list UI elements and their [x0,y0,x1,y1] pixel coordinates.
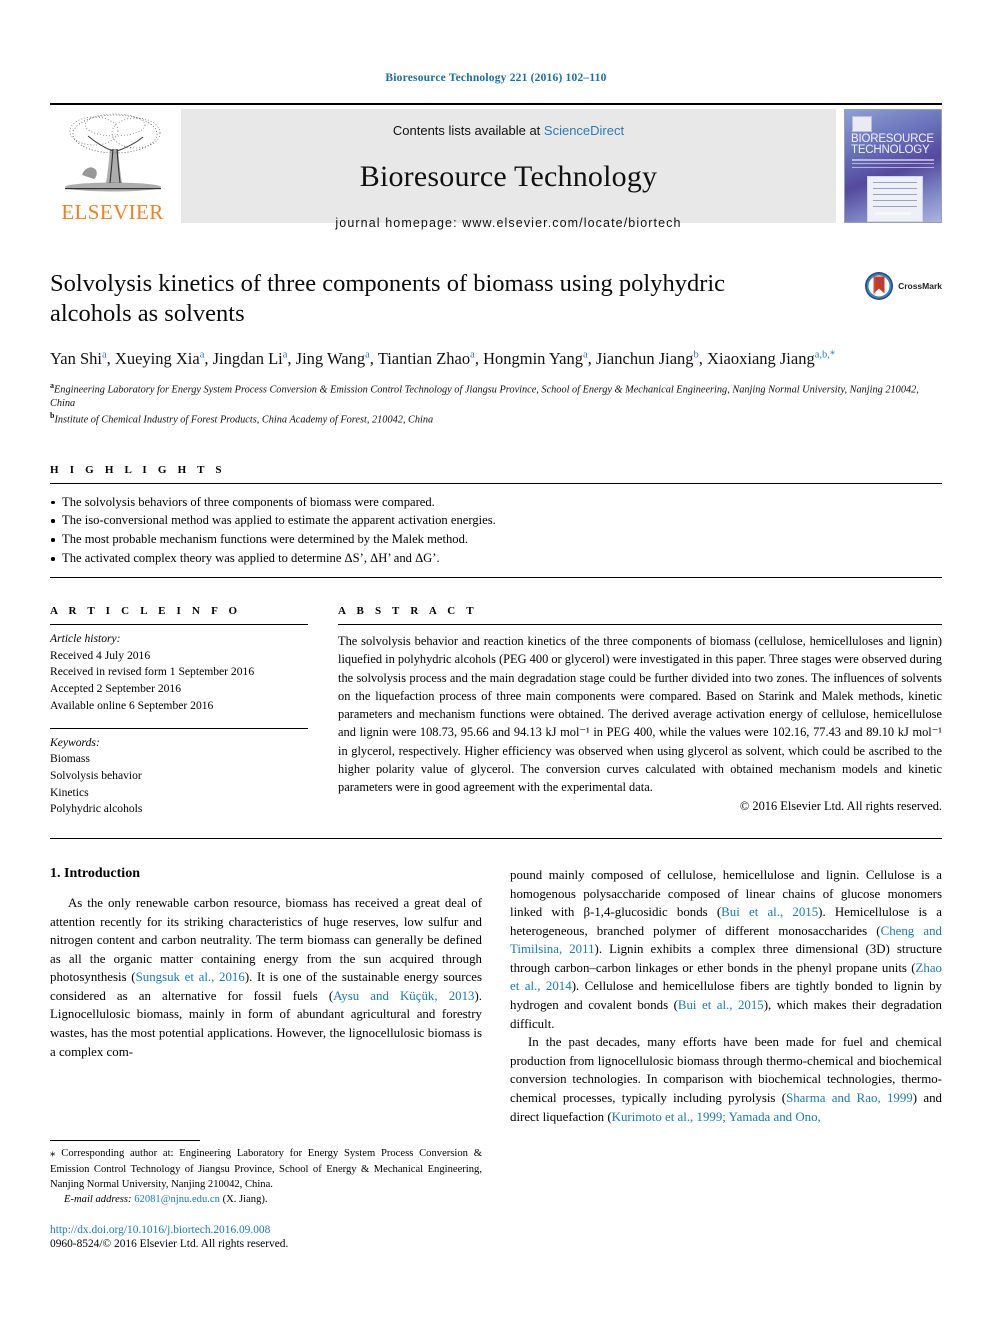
footnote-rule [50,1140,200,1141]
article-history-item: Received in revised form 1 September 201… [50,665,255,679]
email-note: E-mail address: 62081@njnu.edu.cn (X. Ji… [50,1192,482,1207]
journal-band: Contents lists available at ScienceDirec… [181,109,836,230]
highlights-heading: H I G H L I G H T S [50,463,226,476]
affiliation-marker: a [50,380,54,390]
article-history-item: Accepted 2 September 2016 [50,682,182,696]
author-list: Yan Shia, Xueying Xiaa, Jingdan Lia, Jin… [50,349,836,369]
title-block: Solvolysis kinetics of three components … [50,269,942,328]
section-heading-introduction: 1. Introduction [50,865,140,881]
article-history-label: Article history: [50,632,121,646]
footnote-block: ⁎ Corresponding author at: Engineering L… [50,1140,482,1250]
abstract-column: A B S T R A C T The solvolysis behavior … [338,605,942,818]
author-affiliation-marker: a [282,349,288,361]
author-affiliation-marker: b [693,349,699,361]
journal-homepage[interactable]: journal homepage: www.elsevier.com/locat… [335,216,681,230]
keywords-label: Keywords: [50,735,100,749]
author-name: Yan Shi [50,349,102,369]
author-name: Tiantian Zhao [377,349,471,369]
corresponding-author-note: ⁎ Corresponding author at: Engineering L… [50,1147,482,1190]
page-title: Solvolysis kinetics of three components … [50,270,726,327]
highlights-section: H I G H L I G H T S The solvolysis behav… [50,464,942,579]
highlights-list: The solvolysis behaviors of three compon… [50,484,942,578]
affiliation-line: bInstitute of Chemical Industry of Fores… [50,411,434,426]
keyword-item: Kinetics [50,785,89,799]
doi-link[interactable]: http://dx.doi.org/10.1016/j.biortech.201… [50,1224,270,1236]
journal-name: Bioresource Technology [359,160,658,193]
article-history: Article history: Received 4 July 2016 Rec… [50,625,308,714]
author-affiliation-marker: a [365,349,370,361]
article-history-lines: Received 4 July 2016 Received in revised … [50,648,308,715]
cover-title: BIORESOURCE TECHNOLOGY [851,133,935,156]
elsevier-logo: ELSEVIER [50,105,175,227]
cover-subtitle-lines [852,159,934,171]
author-name: Jianchun Jiang [595,349,694,369]
keyword-item: Biomass [50,752,90,766]
contents-prefix: Contents lists available at [392,123,544,138]
affiliation-list: aEngineering Laboratory for Energy Syste… [50,381,942,428]
info-abstract-row: A R T I C L E I N F O Article history: R… [50,605,942,818]
author-affiliation-marker: a [583,349,588,361]
keyword-item: Solvolysis behavior [50,768,142,782]
keyword-item: Polyhydric alcohols [50,802,143,816]
author-name: Jing Wang [295,349,366,369]
abstract-heading: A B S T R A C T [338,605,478,618]
crossmark-label: CrossMark [898,281,942,291]
highlight-item: The activated complex theory was applied… [50,549,942,568]
author-affiliation-marker: a [101,349,107,361]
page-content: Bioresource Technology 221 (2016) 102–11… [50,0,942,1126]
cover-title-line2: TECHNOLOGY [851,144,930,156]
email-label: E-mail address: [64,1193,132,1205]
issn-line: 0960-8524/© 2016 Elsevier Ltd. All right… [50,1238,289,1251]
contents-available-line: Contents lists available at ScienceDirec… [393,123,624,138]
author-name: Xueying Xia [114,349,200,369]
cover-elsevier-icon [852,116,872,132]
highlight-item: The most probable mechanism functions we… [50,530,942,549]
article-info-heading: A R T I C L E I N F O [50,605,242,618]
journal-cover-thumbnail: BIORESOURCE TECHNOLOGY [844,109,942,223]
abstract-text: The solvolysis behavior and reaction kin… [338,634,942,794]
article-history-item: Available online 6 September 2016 [50,698,214,712]
intro-paragraph-left: As the only renewable carbon resource, b… [50,895,482,1059]
sciencedirect-link[interactable]: ScienceDirect [544,123,624,138]
running-head: Bioresource Technology 221 (2016) 102–11… [385,72,607,84]
article-info-column: A R T I C L E I N F O Article history: R… [50,605,308,818]
crossmark-badge[interactable]: CrossMark [864,271,942,301]
body-separator-rule [50,837,942,839]
cover-figure [867,176,923,222]
body-column-left: 1. Introduction As the only renewable ca… [50,866,482,1126]
journal-masthead: ELSEVIER Contents lists available at Sci… [50,103,942,230]
abstract-copyright: © 2016 Elsevier Ltd. All rights reserved… [739,799,942,814]
paper-page: Bioresource Technology 221 (2016) 102–11… [0,0,992,1323]
author-name: Jingdan Li [212,349,283,369]
affiliation-marker: b [50,411,55,421]
highlight-item: The iso-conversional method was applied … [50,511,942,530]
email-link[interactable]: 62081@njnu.edu.cn [134,1194,220,1205]
body-columns: 1. Introduction As the only renewable ca… [50,866,942,1126]
article-history-item: Received 4 July 2016 [50,648,151,662]
doi-line: http://dx.doi.org/10.1016/j.biortech.201… [50,1222,482,1239]
intro-paragraph-right-1: pound mainly composed of cellulose, hemi… [510,867,942,1031]
elsevier-tree-icon [64,113,161,192]
author-affiliation-marker: a [470,349,475,361]
email-suffix: (X. Jiang). [222,1193,268,1205]
author-affiliation-marker: a [199,349,205,361]
body-column-right: pound mainly composed of cellulose, hemi… [510,866,942,1126]
keywords-block: Keywords: Biomass Solvolysis behavior Kine… [50,729,308,818]
keywords-lines: Biomass Solvolysis behavior Kinetics Polyhy… [50,751,308,818]
author-name: Xiaoxiang Jiang [707,349,815,369]
author-name: Hongmin Yang [483,349,583,369]
crossmark-icon [865,272,894,300]
cover-footer-bar [875,212,911,215]
highlights-rule-bottom [50,577,942,579]
elsevier-wordmark: ELSEVIER [61,200,164,224]
author-affiliation-marker: a,b,* [814,349,836,361]
highlight-item: The solvolysis behaviors of three compon… [50,493,942,512]
intro-paragraph-right-2: In the past decades, many efforts have b… [510,1035,942,1124]
affiliation-line: aEngineering Laboratory for Energy Syste… [50,380,919,410]
